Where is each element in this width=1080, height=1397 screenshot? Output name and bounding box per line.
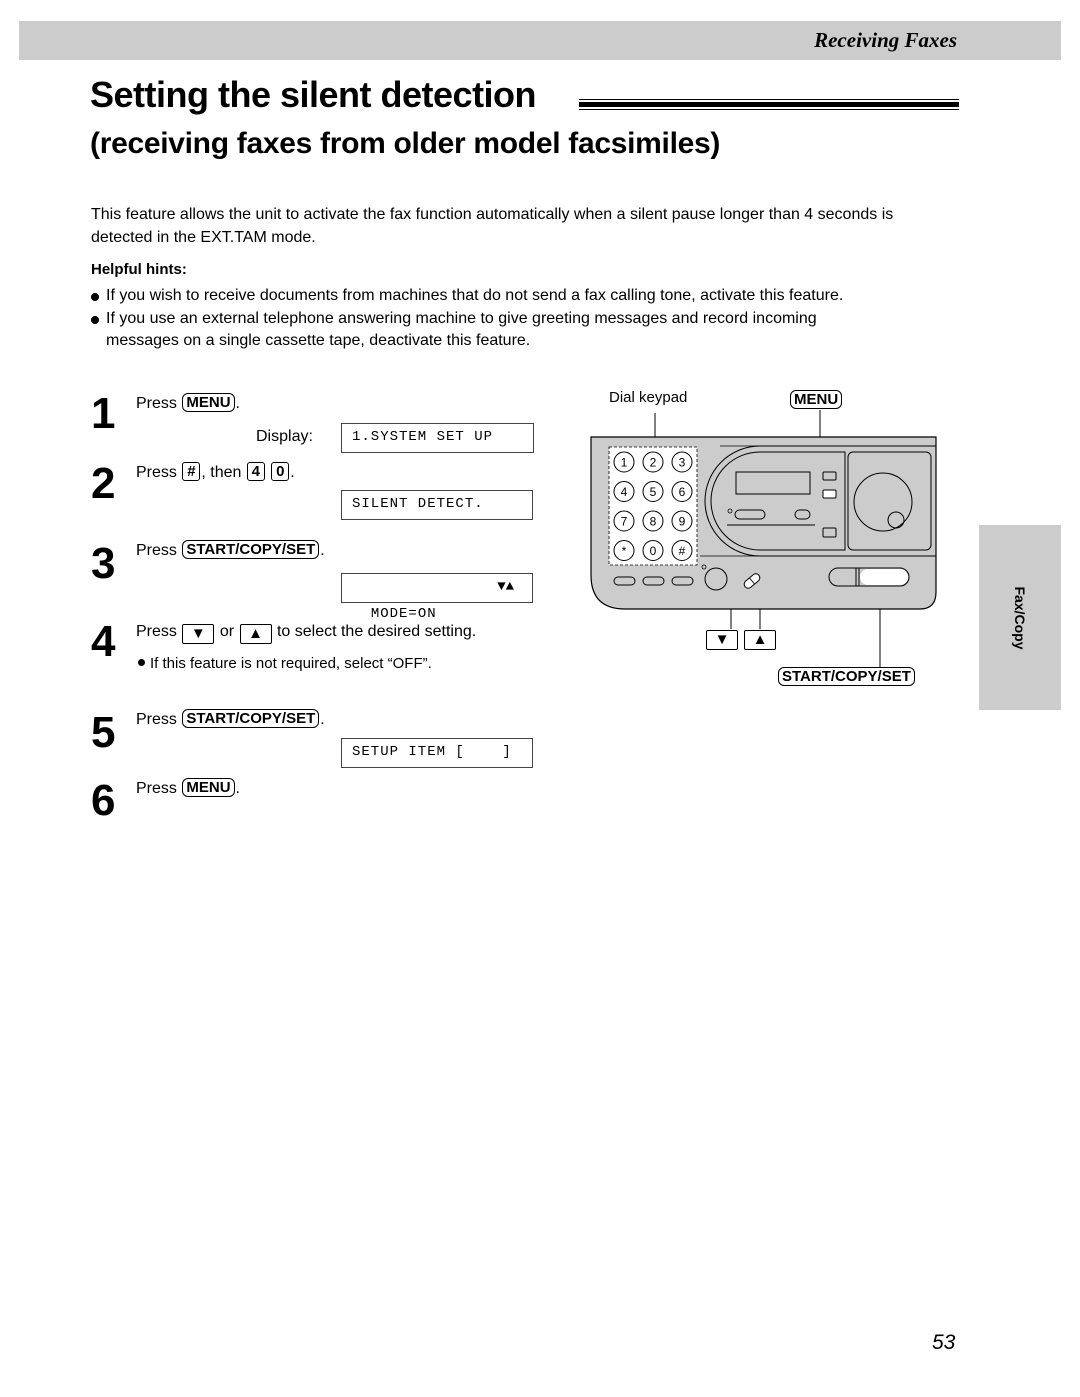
step-number: 4	[91, 617, 116, 666]
digit-0-key: 0	[271, 462, 290, 481]
digit-4-key: 4	[246, 462, 265, 481]
page-title: Setting the silent detection	[90, 74, 537, 115]
header-band: Receiving Faxes	[19, 21, 1061, 60]
lcd-display: 1.SYSTEM SET UP	[341, 423, 534, 453]
section-name: Receiving Faxes	[814, 28, 957, 52]
dial-keypad-label: Dial keypad	[609, 389, 688, 406]
step-text: to select the desired setting.	[276, 623, 477, 640]
hint-item: If you use an external telephone answeri…	[91, 308, 891, 352]
start-key	[860, 569, 908, 585]
keypad-key-label: *	[622, 544, 627, 558]
keypad-key-label: 0	[650, 544, 657, 558]
step-6-instruction: Press MENU.	[136, 778, 240, 800]
step-5-instruction: Press START/COPY/SET.	[136, 709, 325, 731]
menu-key-label: MENU	[790, 390, 843, 409]
page-subtitle: (receiving faxes from older model facsim…	[90, 127, 721, 160]
keypad-key-label: 1	[621, 456, 628, 470]
side-tab-label: Fax/Copy	[1012, 585, 1028, 650]
display-label: Display:	[256, 428, 313, 445]
lcd-display: SILENT DETECT.	[341, 490, 533, 520]
step-4-instruction: Press ▼ or ▲ to select the desired setti…	[136, 621, 476, 644]
hints-heading: Helpful hints:	[91, 261, 187, 278]
bullet-icon	[91, 293, 99, 301]
hint-text: If you use an external telephone answeri…	[106, 310, 817, 349]
start-copy-set-key: START/COPY/SET	[182, 709, 320, 728]
keypad-key-label: 2	[650, 456, 657, 470]
step-number: 6	[91, 776, 116, 825]
keypad-key-label: 5	[650, 485, 657, 499]
step-number: 1	[91, 389, 116, 438]
step-number: 5	[91, 708, 116, 757]
menu-key: MENU	[182, 393, 235, 412]
menu-callout: MENU	[789, 390, 843, 410]
step-text: Press	[136, 780, 177, 797]
start-copy-set-key: START/COPY/SET	[182, 540, 320, 559]
side-tab-fax-copy[interactable]: Fax/Copy	[979, 525, 1061, 710]
keypad-key-label: 9	[679, 515, 686, 529]
step-3-instruction: Press START/COPY/SET.	[136, 540, 325, 562]
keypad-key-label: 7	[621, 515, 628, 529]
step-text: .	[235, 780, 240, 797]
keypad-key-label: 6	[679, 485, 686, 499]
page-number: 53	[932, 1331, 956, 1354]
title-rule	[579, 99, 959, 110]
bullet-icon	[91, 316, 99, 324]
hint-text: If you wish to receive documents from ma…	[106, 287, 844, 304]
lcd-arrows-icon: ▼▲	[497, 579, 514, 595]
lcd-display: MODE=ON ▼▲	[341, 573, 533, 622]
up-key-icon: ▲	[239, 624, 272, 644]
hint-item: If you wish to receive documents from ma…	[91, 285, 931, 307]
step-text: , then	[201, 464, 242, 481]
step-text: .	[235, 395, 240, 412]
lcd-text: MODE=ON	[370, 606, 437, 622]
keypad-key-label: 3	[679, 456, 686, 470]
step-text: Press	[136, 464, 177, 481]
step-1-instruction: Press MENU.	[136, 393, 240, 415]
step-number: 3	[91, 539, 116, 588]
step-4-note: If this feature is not required, select …	[138, 653, 432, 675]
step-text: or	[219, 623, 235, 640]
step-text: Press	[136, 542, 177, 559]
pound-key: #	[182, 462, 201, 481]
menu-button	[822, 489, 837, 499]
intro-paragraph: This feature allows the unit to activate…	[91, 206, 894, 246]
lcd-display: SETUP ITEM [ ]	[341, 738, 533, 768]
keypad-key-label: 4	[621, 485, 628, 499]
keypad-key-label: 8	[650, 515, 657, 529]
step-text: .	[320, 542, 325, 559]
step-text: .	[320, 711, 325, 728]
step-number: 2	[91, 459, 116, 508]
keypad-key-label: #	[679, 544, 686, 558]
step-text: .	[290, 464, 295, 481]
step-text: Press	[136, 711, 177, 728]
step-2-instruction: Press #, then 4 0.	[136, 462, 295, 484]
down-key-icon: ▼	[182, 624, 215, 644]
step-text: Press	[136, 623, 177, 640]
fax-panel-illustration: 1 2 3 4 5 6 7 8 9 * 0 #	[590, 410, 937, 668]
step-text: Press	[136, 395, 177, 412]
note-text: If this feature is not required, select …	[150, 655, 432, 672]
menu-key: MENU	[182, 778, 235, 797]
bullet-icon	[138, 659, 145, 666]
